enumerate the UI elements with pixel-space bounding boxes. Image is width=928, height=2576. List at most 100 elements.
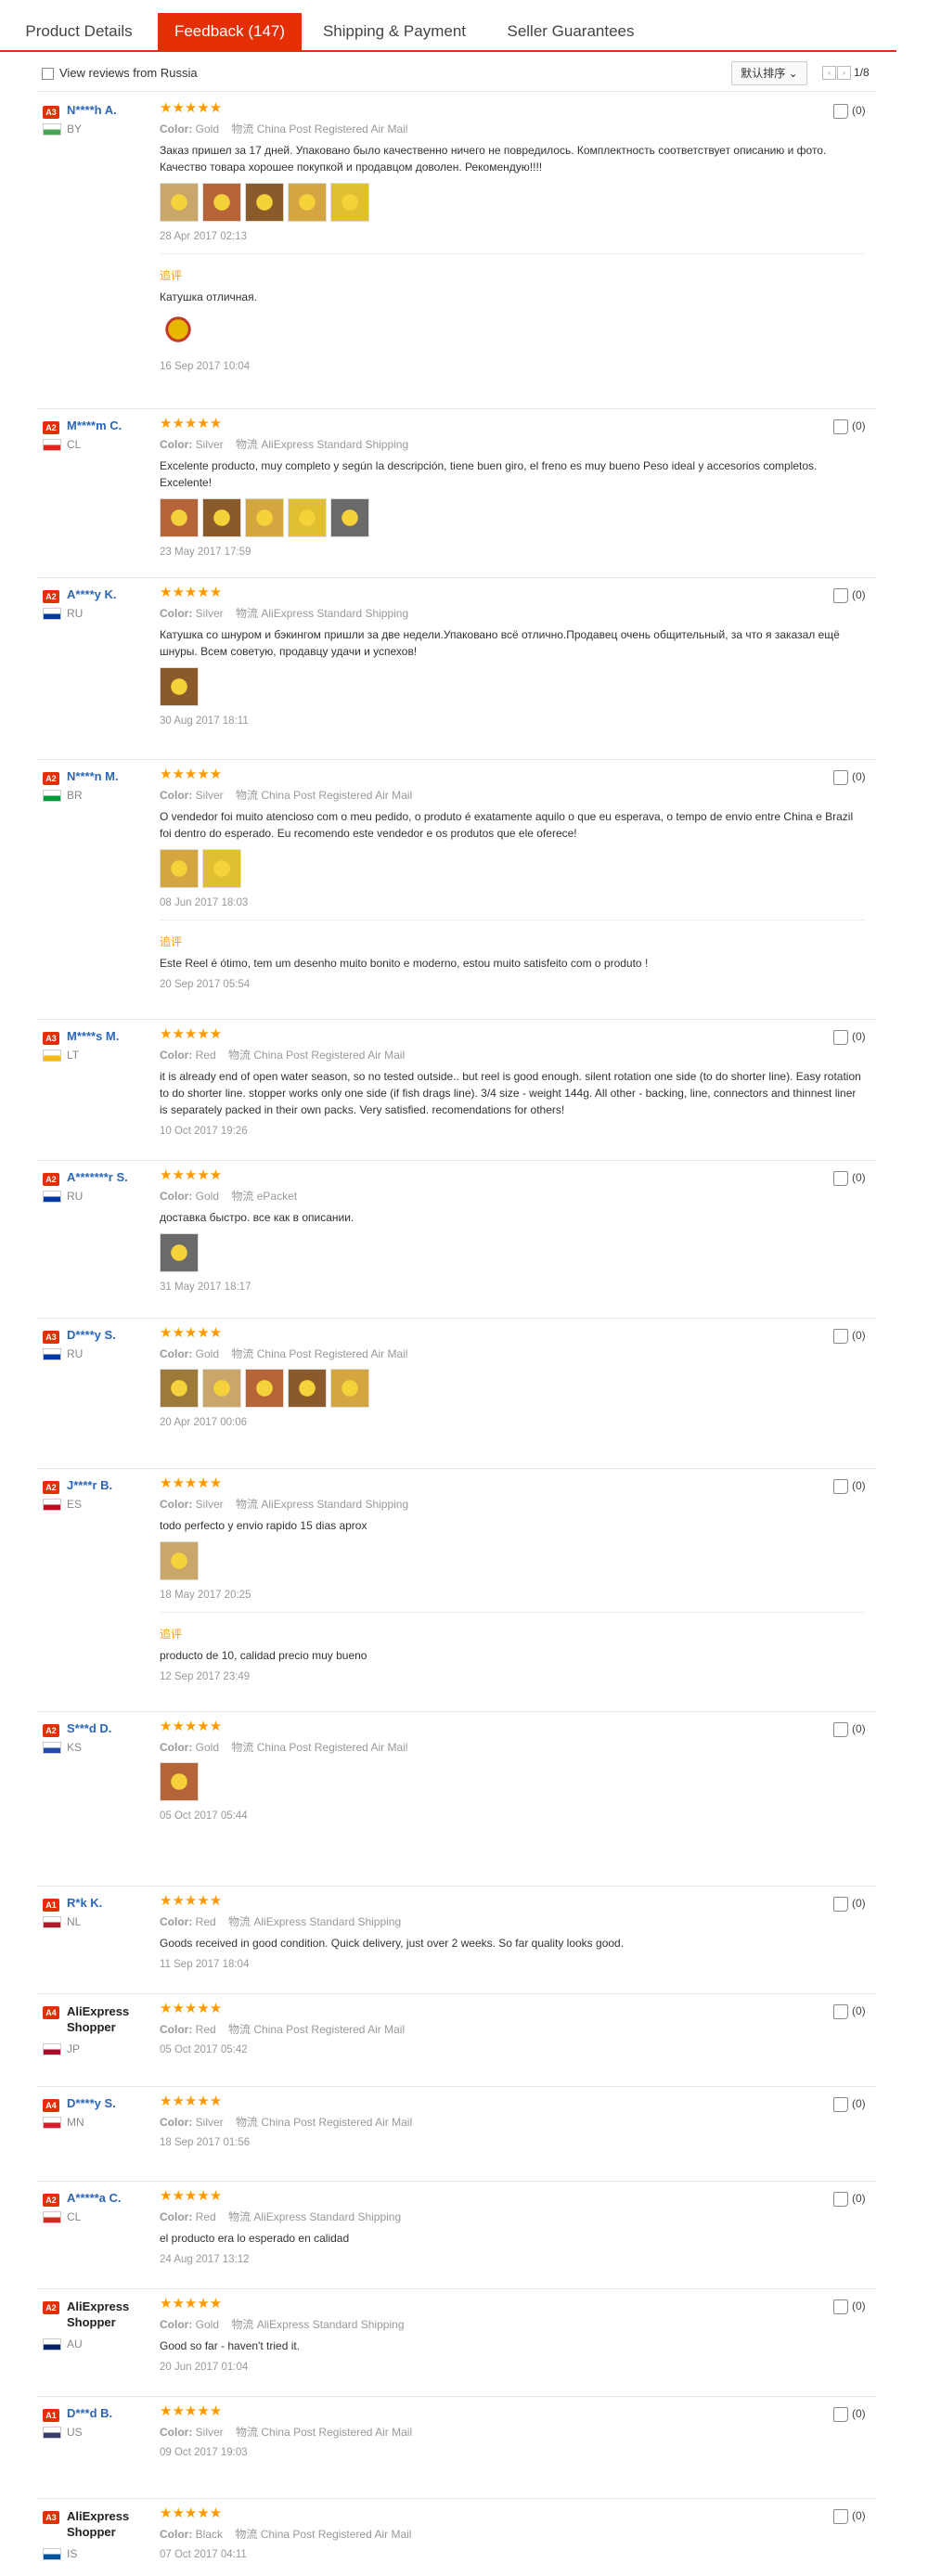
thumbs-up-icon [833,2407,848,2422]
thumbs-up-icon [833,1171,848,1186]
tab-product-details[interactable]: Product Details [0,13,158,50]
reviewer-name[interactable]: D****y S. [67,1328,116,1342]
review-photo-thumbnail[interactable] [330,498,369,537]
review-photo-thumbnail[interactable] [330,183,369,222]
review-photo-thumbnail[interactable] [202,183,241,222]
reviewer-name[interactable]: A****y K. [67,587,116,601]
review-photo-thumbnail[interactable] [160,1369,199,1408]
helpful-button[interactable]: (0) [833,1030,866,1045]
review-text: it is already end of open water season, … [160,1070,861,1116]
prev-page-button[interactable]: ‹ [822,66,836,80]
helpful-button[interactable]: (0) [833,1171,866,1186]
followup-photo-thumbnail[interactable] [160,313,197,350]
review-content: ★★★★★ Color: Black 物流 China Post Register… [160,2505,865,2560]
tab-shipping-payment[interactable]: Shipping & Payment [302,13,487,50]
reviewer-name[interactable]: N****n M. [67,769,119,783]
rating-stars: ★★★★★ [160,2505,223,2521]
helpful-button[interactable]: (0) [833,2097,866,2112]
buyer-level-badge: A4 [43,2099,59,2112]
helpful-button[interactable]: (0) [833,2299,866,2314]
buyer-level-badge: A3 [43,2511,59,2524]
shipping-label: 物流 [228,2210,251,2223]
review-photo-thumbnail[interactable] [160,667,199,706]
helpful-button[interactable]: (0) [833,2192,866,2207]
review-photo-thumbnail[interactable] [245,183,284,222]
reviewer-name[interactable]: A*****a C. [67,2191,122,2205]
reviewer-name[interactable]: N****h A. [67,103,117,117]
thumbs-up-icon [833,2192,848,2207]
russia-filter-label: View reviews from Russia [59,66,198,80]
review-date: 24 Aug 2017 13:12 [160,2254,250,2265]
helpful-button[interactable]: (0) [833,1897,866,1912]
order-info: Color: Red 物流 AliExpress Standard Shippi… [160,2210,865,2224]
reviewer-country: KS [67,1741,83,1754]
next-page-button[interactable]: › [837,66,851,80]
shipping-method: China Post Registered Air Mail [256,122,408,135]
review-photo-thumbnail[interactable] [245,1369,284,1408]
helpful-button[interactable]: (0) [833,1722,866,1737]
reviewer-name[interactable]: S***d D. [67,1721,111,1735]
shipping-label: 物流 [236,438,259,451]
helpful-count: (0) [852,1479,866,1493]
review-photo-thumbnail[interactable] [202,1369,241,1408]
reviewer-name[interactable]: D****y S. [67,2096,116,2110]
rating-stars: ★★★★★ [160,2188,223,2204]
reviewer-country: RU [67,1347,84,1360]
review-date: 09 Oct 2017 19:03 [160,2447,248,2458]
helpful-button[interactable]: (0) [833,104,866,119]
buyer-level-badge: A3 [43,1032,59,1045]
review-photo-thumbnail[interactable] [288,183,327,222]
helpful-button[interactable]: (0) [833,2004,866,2019]
review-photo-thumbnail[interactable] [160,1541,199,1580]
reviewer-name[interactable]: D***d B. [67,2406,112,2420]
review-date: 05 Oct 2017 05:42 [160,2044,248,2055]
review-photo-thumbnail[interactable] [288,1369,327,1408]
review-photo-thumbnail[interactable] [160,183,199,222]
review-content: ★★★★★ Color: Red 物流 AliExpress Standard S… [160,1893,865,1970]
country-flag-icon [43,123,61,135]
color-label: Color: [160,1498,193,1511]
review-photo-thumbnail[interactable] [288,498,327,537]
buyer-level-badge: A2 [43,590,59,603]
helpful-button[interactable]: (0) [833,1479,866,1494]
reviewer-name[interactable]: J****r B. [67,1478,112,1492]
review-date: 05 Oct 2017 05:44 [160,1810,248,1822]
reviewer-name[interactable]: M****s M. [67,1029,119,1043]
review-photo-thumbnail[interactable] [160,1762,199,1801]
followup-date: 12 Sep 2017 23:49 [160,1671,251,1682]
helpful-button[interactable]: (0) [833,2407,866,2422]
review-text: Good so far - haven't tried it. [160,2339,301,2352]
tab-bar: Product Details Feedback (147) Shipping … [0,13,896,52]
helpful-button[interactable]: (0) [833,2509,866,2524]
helpful-button[interactable]: (0) [833,770,866,785]
rating-stars: ★★★★★ [160,2001,223,2016]
review-photo-thumbnail[interactable] [202,498,241,537]
thumbs-up-icon [833,770,848,785]
review-photo-thumbnail[interactable] [202,849,241,888]
review-photo-thumbnail[interactable] [160,1233,199,1272]
reviewer-name[interactable]: R*k K. [67,1896,102,1910]
order-info: Color: Silver 物流 China Post Registered A… [160,2116,865,2130]
thumbs-up-icon [833,2004,848,2019]
country-flag-icon [43,608,61,620]
review-photo-thumbnail[interactable] [245,498,284,537]
shipping-method: China Post Registered Air Mail [253,2023,406,2036]
russia-filter-checkbox[interactable] [42,68,54,80]
helpful-count: (0) [852,2097,866,2111]
review-photo-thumbnail[interactable] [160,849,199,888]
color-label: Color: [160,607,193,620]
country-flag-icon [43,2427,61,2439]
tab-feedback[interactable]: Feedback (147) [158,13,302,50]
helpful-button[interactable]: (0) [833,419,866,434]
helpful-button[interactable]: (0) [833,1329,866,1344]
tab-seller-guarantees[interactable]: Seller Guarantees [487,13,654,50]
reviewer-name[interactable]: A*******r S. [67,1170,128,1184]
review-photo-thumbnail[interactable] [160,498,199,537]
reviewer-name[interactable]: M****m C. [67,419,122,432]
review-photo-thumbnail[interactable] [330,1369,369,1408]
review-content: ★★★★★ Color: Gold 物流 ePacket доставка быст… [160,1167,865,1293]
review-content: ★★★★★ Color: Silver 物流 AliExpress Standar… [160,585,865,727]
review-photos [160,1233,865,1274]
sort-dropdown[interactable]: 默认排序 ⌄ [731,61,807,85]
helpful-button[interactable]: (0) [833,588,866,603]
